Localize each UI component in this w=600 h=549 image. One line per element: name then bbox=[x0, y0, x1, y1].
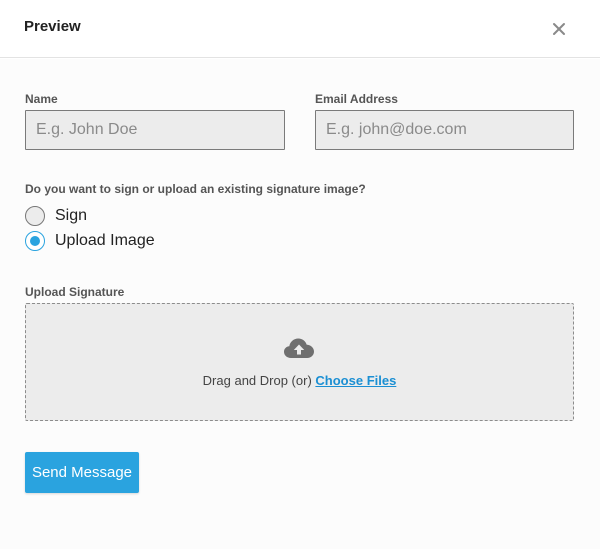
modal-header: Preview bbox=[0, 0, 600, 58]
modal-body: Name Email Address Do you want to sign o… bbox=[0, 59, 600, 549]
send-message-button[interactable]: Send Message bbox=[25, 452, 139, 493]
modal-title: Preview bbox=[24, 18, 81, 35]
signature-question: Do you want to sign or upload an existin… bbox=[25, 182, 366, 196]
radio-label-sign: Sign bbox=[55, 207, 88, 224]
name-input[interactable] bbox=[25, 110, 285, 150]
cloud-upload-icon bbox=[284, 338, 314, 358]
close-button[interactable] bbox=[547, 17, 571, 41]
email-input[interactable] bbox=[315, 110, 574, 150]
radio-option-upload-image[interactable]: Upload Image bbox=[25, 230, 155, 252]
upload-signature-label: Upload Signature bbox=[25, 285, 125, 299]
radio-dot bbox=[30, 236, 40, 246]
preview-modal: Preview Name Email Address Do you want t… bbox=[0, 0, 600, 549]
radio-button-checked[interactable] bbox=[25, 231, 45, 251]
drop-text: Drag and Drop (or) bbox=[202, 373, 312, 388]
close-icon bbox=[553, 23, 565, 35]
choose-files-link[interactable]: Choose Files bbox=[315, 373, 396, 388]
radio-option-sign[interactable]: Sign bbox=[25, 205, 87, 227]
radio-button-unchecked[interactable] bbox=[25, 206, 45, 226]
radio-label-upload-image: Upload Image bbox=[55, 232, 155, 249]
email-label: Email Address bbox=[315, 92, 398, 106]
upload-dropzone[interactable]: Drag and Drop (or) Choose Files bbox=[25, 303, 574, 421]
name-label: Name bbox=[25, 92, 58, 106]
drop-instructions: Drag and Drop (or) Choose Files bbox=[26, 373, 573, 388]
